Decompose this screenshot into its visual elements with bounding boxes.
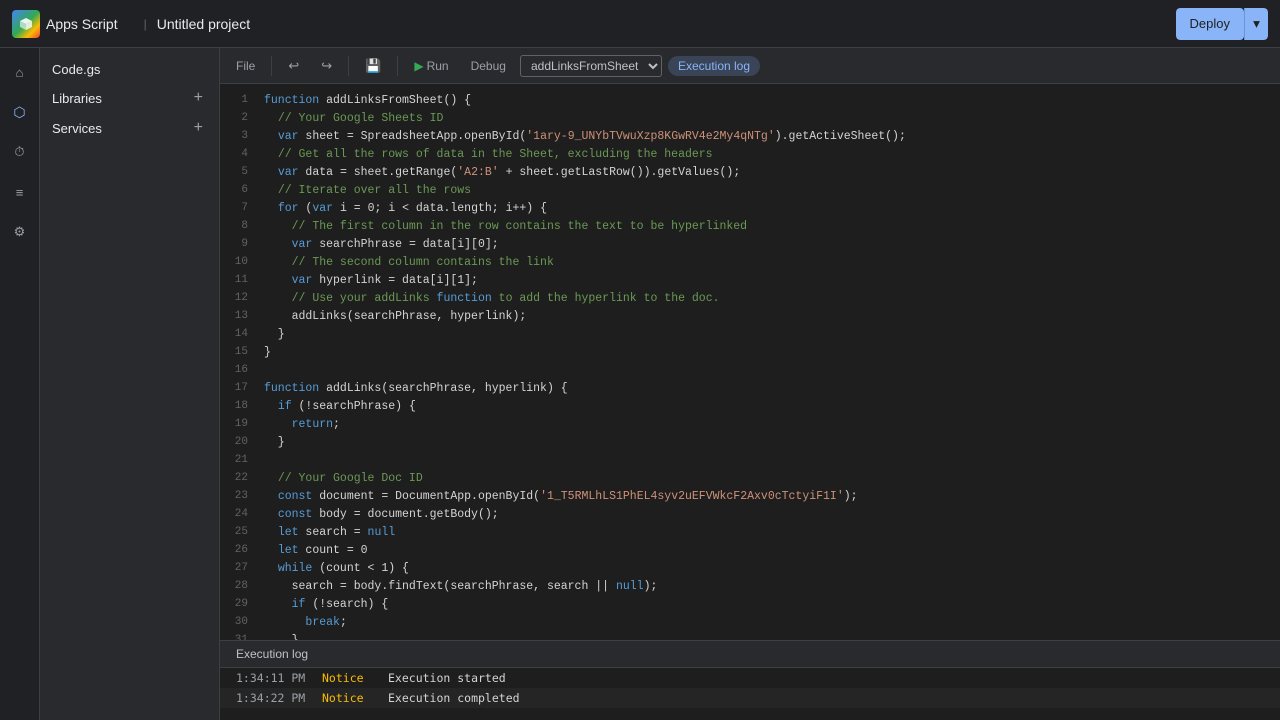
log-message: Execution completed: [388, 691, 520, 705]
code-line: 5 var data = sheet.getRange('A2:B' + she…: [220, 164, 1280, 182]
code-line: 9 var searchPhrase = data[i][0];: [220, 236, 1280, 254]
logo-icon: [12, 10, 40, 38]
project-title[interactable]: Untitled project: [157, 16, 250, 32]
code-line: 21: [220, 452, 1280, 470]
list-icon: ≡: [16, 185, 24, 200]
sidebar-icon-code[interactable]: ⬡: [4, 96, 36, 128]
log-level: Notice: [322, 671, 372, 685]
services-add-button[interactable]: +: [190, 119, 207, 137]
code-line: 23 const document = DocumentApp.openById…: [220, 488, 1280, 506]
code-line: 4 // Get all the rows of data in the She…: [220, 146, 1280, 164]
code-line: 27 while (count < 1) {: [220, 560, 1280, 578]
code-line: 15}: [220, 344, 1280, 362]
code-line: 16: [220, 362, 1280, 380]
code-line: 30 break;: [220, 614, 1280, 632]
execution-log-button[interactable]: Execution log: [668, 56, 760, 76]
log-time: 1:34:22 PM: [236, 691, 306, 705]
code-line: 17function addLinks(searchPhrase, hyperl…: [220, 380, 1280, 398]
log-row: 1:34:22 PM Notice Execution completed: [220, 688, 1280, 708]
function-select[interactable]: addLinksFromSheet: [520, 55, 662, 77]
editor-toolbar: File ↩ ↪ 💾 ▶ Run Debug addLinksFromSheet…: [220, 48, 1280, 84]
separator-3: [397, 56, 398, 76]
log-rows-container: 1:34:11 PM Notice Execution started1:34:…: [220, 668, 1280, 708]
code-icon: ⬡: [13, 104, 25, 121]
code-line: 14 }: [220, 326, 1280, 344]
code-editor[interactable]: 1function addLinksFromSheet() {2 // Your…: [220, 84, 1280, 640]
code-gs-title: Code.gs: [52, 62, 100, 77]
code-line: 25 let search = null: [220, 524, 1280, 542]
code-line: 6 // Iterate over all the rows: [220, 182, 1280, 200]
separator-1: [271, 56, 272, 76]
code-gs-section[interactable]: Code.gs: [40, 56, 219, 83]
home-icon: ⌂: [15, 65, 23, 80]
sidebar-icon-settings[interactable]: ⚙: [4, 216, 36, 248]
code-line: 20 }: [220, 434, 1280, 452]
deploy-dropdown-button[interactable]: ▾: [1244, 8, 1268, 40]
apps-script-text: Apps Script: [46, 16, 118, 32]
main-layout: ⌂ ⬡ ⏱ ≡ ⚙ Code.gs Libraries + Services +: [0, 48, 1280, 720]
log-message: Execution started: [388, 671, 506, 685]
code-line: 31 }: [220, 632, 1280, 640]
libraries-section[interactable]: Libraries +: [40, 83, 219, 113]
code-line: 22 // Your Google Doc ID: [220, 470, 1280, 488]
topbar: Apps Script | Untitled project Deploy ▾: [0, 0, 1280, 48]
code-line: 13 addLinks(searchPhrase, hyperlink);: [220, 308, 1280, 326]
code-line: 3 var sheet = SpreadsheetApp.openById('1…: [220, 128, 1280, 146]
code-line: 19 return;: [220, 416, 1280, 434]
clock-icon: ⏱: [14, 144, 24, 160]
libraries-add-button[interactable]: +: [190, 89, 207, 107]
log-row: 1:34:11 PM Notice Execution started: [220, 668, 1280, 688]
code-line: 11 var hyperlink = data[i][1];: [220, 272, 1280, 290]
code-line: 1function addLinksFromSheet() {: [220, 92, 1280, 110]
code-line: 12 // Use your addLinks function to add …: [220, 290, 1280, 308]
separator-2: [348, 56, 349, 76]
execution-log-panel: Execution log 1:34:11 PM Notice Executio…: [220, 640, 1280, 720]
code-line: 18 if (!searchPhrase) {: [220, 398, 1280, 416]
debug-button[interactable]: Debug: [463, 56, 514, 76]
sidebar-icons: ⌂ ⬡ ⏱ ≡ ⚙: [0, 48, 40, 720]
settings-icon: ⚙: [14, 224, 26, 240]
editor-area: File ↩ ↪ 💾 ▶ Run Debug addLinksFromSheet…: [220, 48, 1280, 720]
redo-button[interactable]: ↪: [313, 55, 340, 77]
code-line: 24 const body = document.getBody();: [220, 506, 1280, 524]
libraries-title: Libraries: [52, 91, 102, 106]
play-icon: ▶: [414, 59, 423, 73]
log-level: Notice: [322, 691, 372, 705]
code-line: 8 // The first column in the row contain…: [220, 218, 1280, 236]
sidebar-icon-home[interactable]: ⌂: [4, 56, 36, 88]
sidebar-icon-executions[interactable]: ≡: [4, 176, 36, 208]
execution-log-title: Execution log: [220, 641, 1280, 668]
code-line: 28 search = body.findText(searchPhrase, …: [220, 578, 1280, 596]
code-line: 2 // Your Google Sheets ID: [220, 110, 1280, 128]
save-button[interactable]: 💾: [357, 55, 389, 77]
services-title: Services: [52, 121, 102, 136]
log-time: 1:34:11 PM: [236, 671, 306, 685]
file-menu-button[interactable]: File: [228, 56, 263, 76]
left-panel: Code.gs Libraries + Services +: [40, 48, 220, 720]
deploy-button[interactable]: Deploy: [1176, 8, 1244, 40]
code-line: 7 for (var i = 0; i < data.length; i++) …: [220, 200, 1280, 218]
apps-script-logo: Apps Script: [12, 10, 118, 38]
code-line: 26 let count = 0: [220, 542, 1280, 560]
code-line: 29 if (!search) {: [220, 596, 1280, 614]
chevron-down-icon: ▾: [1253, 16, 1260, 32]
services-section[interactable]: Services +: [40, 113, 219, 143]
undo-button[interactable]: ↩: [280, 55, 307, 77]
run-button[interactable]: ▶ Run: [406, 56, 456, 76]
code-line: 10 // The second column contains the lin…: [220, 254, 1280, 272]
sidebar-icon-triggers[interactable]: ⏱: [4, 136, 36, 168]
